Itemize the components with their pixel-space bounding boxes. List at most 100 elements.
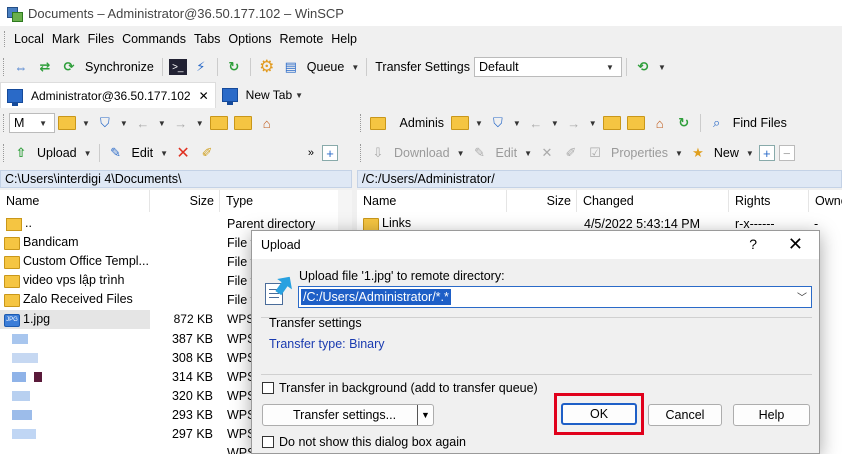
open-folder-icon[interactable] <box>450 113 470 133</box>
find-files-icon[interactable]: ⌕ <box>707 113 727 133</box>
new-tab-dropdown-icon[interactable]: ▼ <box>295 91 303 100</box>
menu-help[interactable]: Help <box>327 32 361 46</box>
back-icon[interactable]: ← <box>133 113 153 133</box>
transfer-preset-icon[interactable]: ⟲ <box>633 57 653 77</box>
parent-directory-icon[interactable] <box>209 113 229 133</box>
local-path-bar[interactable]: C:\Users\interdigi 4\Documents\ <box>0 170 352 188</box>
queue-button[interactable]: Queue <box>303 60 349 74</box>
do-not-show-checkbox[interactable]: Do not show this dialog box again <box>262 435 466 449</box>
forward-dropdown-icon[interactable]: ▼ <box>589 119 597 128</box>
filter-icon[interactable]: ⛉ <box>488 113 508 133</box>
console-icon[interactable]: >_ <box>168 59 187 75</box>
column-size[interactable]: Size <box>507 190 577 212</box>
properties-button[interactable]: Properties <box>607 146 672 160</box>
table-row-selected[interactable]: JPG 1.jpg <box>0 310 150 329</box>
parent-directory-icon[interactable] <box>602 113 622 133</box>
filter-dropdown-icon[interactable]: ▼ <box>513 119 521 128</box>
menu-options[interactable]: Options <box>224 32 275 46</box>
help-button[interactable]: Help <box>733 404 810 426</box>
refresh-icon[interactable]: ↻ <box>224 57 244 77</box>
delete-icon[interactable]: ✕ <box>537 143 557 163</box>
properties-dropdown-icon[interactable]: ▼ <box>675 149 683 158</box>
download-dropdown-icon[interactable]: ▼ <box>457 149 465 158</box>
back-dropdown-icon[interactable]: ▼ <box>551 119 559 128</box>
back-dropdown-icon[interactable]: ▼ <box>158 119 166 128</box>
edit-button[interactable]: Edit <box>128 146 158 160</box>
transfer-type-link[interactable]: Transfer type: Binary <box>269 337 385 351</box>
transfer-settings-button[interactable]: Transfer settings... ▼ <box>262 404 434 426</box>
checkbox-box[interactable] <box>262 436 274 448</box>
gear-icon[interactable]: ⚙ <box>257 57 277 77</box>
remote-edit-button[interactable]: Edit <box>492 146 522 160</box>
new-button[interactable]: New <box>710 146 743 160</box>
upload-dropdown-icon[interactable]: ▼ <box>84 149 92 158</box>
close-tab-icon[interactable]: ✕ <box>199 89 209 103</box>
open-folder-icon[interactable] <box>57 113 77 133</box>
column-rights[interactable]: Rights <box>729 190 809 212</box>
menu-commands[interactable]: Commands <box>118 32 190 46</box>
column-size[interactable]: Size <box>150 190 220 212</box>
column-owner[interactable]: Owne <box>809 190 842 212</box>
toolbar-grip[interactable] <box>4 31 7 47</box>
home-icon[interactable]: ⌂ <box>650 113 670 133</box>
new-folder-icon[interactable]: ★ <box>688 143 708 163</box>
menu-mark[interactable]: Mark <box>48 32 84 46</box>
new-dropdown-icon[interactable]: ▼ <box>746 149 754 158</box>
synchronize-icon[interactable]: ⟳ <box>59 57 79 77</box>
more-chevron-icon[interactable]: » <box>308 147 314 159</box>
rename-icon[interactable]: ✐ <box>197 143 217 163</box>
queue-dropdown-icon[interactable]: ▼ <box>351 63 359 72</box>
download-button[interactable]: Download <box>390 146 454 160</box>
delete-icon[interactable]: ✕ <box>173 143 193 163</box>
compare-directories-icon[interactable]: ⇔ <box>11 57 31 77</box>
toolbar-grip[interactable] <box>360 144 363 162</box>
edit-dropdown-icon[interactable]: ▼ <box>524 149 532 158</box>
open-folder-dropdown-icon[interactable]: ▼ <box>82 119 90 128</box>
column-changed[interactable]: Changed <box>577 190 729 212</box>
queue-icon[interactable]: ▤ <box>281 57 301 77</box>
transfer-settings-select[interactable]: Default ▼ <box>473 57 622 77</box>
upload-button[interactable]: Upload <box>33 146 81 160</box>
rename-icon[interactable]: ✐ <box>561 143 581 163</box>
edit-dropdown-icon[interactable]: ▼ <box>160 149 168 158</box>
background-transfer-checkbox[interactable]: Transfer in background (add to transfer … <box>262 381 538 395</box>
edit-icon[interactable]: ✎ <box>470 143 490 163</box>
root-directory-icon[interactable] <box>233 113 253 133</box>
settings-dropdown-icon[interactable]: ▼ <box>417 405 433 425</box>
cancel-button[interactable]: Cancel <box>648 404 722 426</box>
toolbar-grip[interactable] <box>3 114 6 132</box>
remote-dir-select[interactable]: Adminis <box>366 113 448 133</box>
close-icon[interactable]: ✕ <box>788 234 803 255</box>
putty-icon[interactable]: ⚡ <box>191 57 211 77</box>
upload-icon[interactable]: ⇧ <box>11 143 31 163</box>
forward-dropdown-icon[interactable]: ▼ <box>196 119 204 128</box>
menu-local[interactable]: Local <box>10 32 48 46</box>
forward-icon[interactable]: → <box>564 113 584 133</box>
preset-dropdown-icon[interactable]: ▼ <box>658 63 666 72</box>
checkbox-box[interactable] <box>262 382 274 394</box>
tab-session[interactable]: Administrator@36.50.177.102 ✕ <box>0 82 216 108</box>
home-icon[interactable]: ⌂ <box>257 113 277 133</box>
chevron-down-icon[interactable]: ﹀ <box>797 289 807 304</box>
add-icon[interactable]: + <box>758 145 775 161</box>
remote-path-bar[interactable]: /C:/Users/Administrator/ <box>357 170 842 188</box>
toolbar-grip[interactable] <box>3 144 6 162</box>
menu-tabs[interactable]: Tabs <box>190 32 224 46</box>
properties-icon[interactable]: ☑ <box>585 143 605 163</box>
synchronize-button[interactable]: Synchronize <box>81 60 158 74</box>
menu-remote[interactable]: Remote <box>276 32 328 46</box>
local-drive-select[interactable]: M ▼ <box>9 113 55 133</box>
find-files-button[interactable]: Find Files <box>729 116 791 130</box>
forward-icon[interactable]: → <box>171 113 191 133</box>
edit-icon[interactable]: ✎ <box>106 143 126 163</box>
remote-directory-combo[interactable]: /C:/Users/Administrator/*.* ﹀ <box>298 286 812 308</box>
filter-dropdown-icon[interactable]: ▼ <box>120 119 128 128</box>
back-icon[interactable]: ← <box>526 113 546 133</box>
remove-icon[interactable]: − <box>778 145 795 161</box>
filter-icon[interactable]: ⛉ <box>95 113 115 133</box>
new-item-icon[interactable]: + <box>322 145 338 161</box>
help-icon[interactable]: ? <box>749 236 757 252</box>
column-name[interactable]: Name <box>0 190 150 212</box>
menu-files[interactable]: Files <box>84 32 118 46</box>
open-folder-dropdown-icon[interactable]: ▼ <box>475 119 483 128</box>
